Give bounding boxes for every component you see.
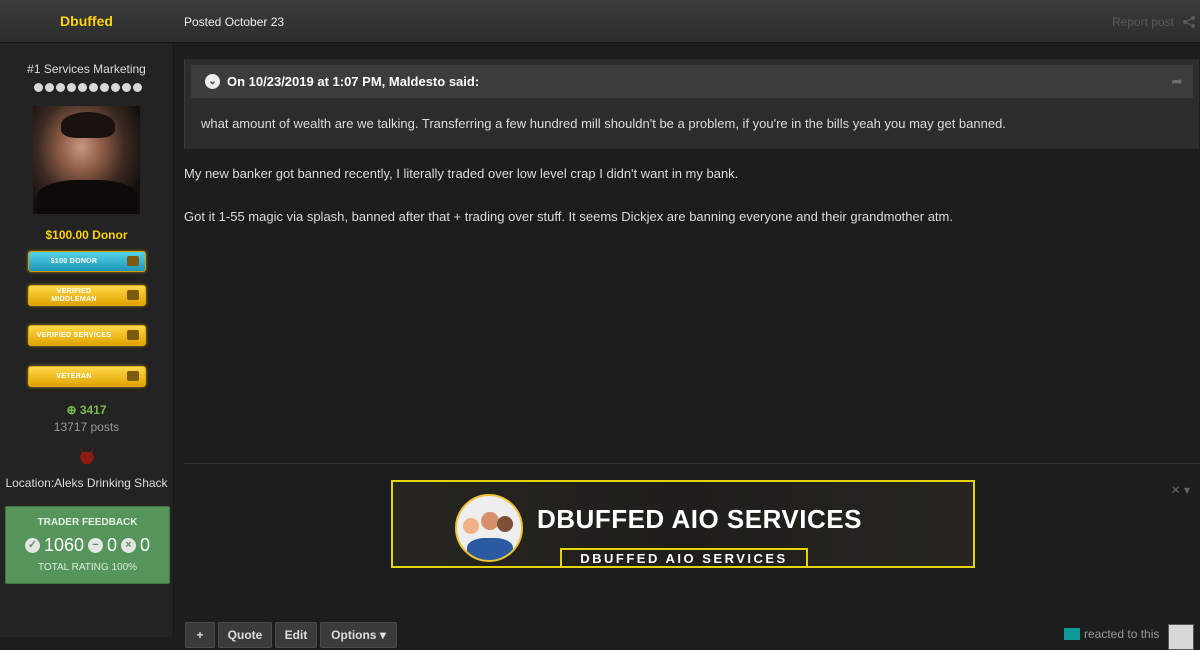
- rank-pip: [133, 83, 142, 92]
- veteran-badge: VETERAN: [28, 366, 146, 387]
- author-rank: #1 Services Marketing: [27, 62, 146, 76]
- rank-pip: [111, 83, 120, 92]
- rank-pip: [89, 83, 98, 92]
- forward-icon[interactable]: ➦: [1171, 73, 1183, 90]
- plus-circle-icon: ⊕: [66, 403, 80, 417]
- rank-pip: [56, 83, 65, 92]
- author-avatar[interactable]: [33, 106, 140, 214]
- quote-block: ⌄ On 10/23/2019 at 1:07 PM, Maldesto sai…: [184, 59, 1199, 149]
- badge-icon: [127, 290, 139, 300]
- reaction-summary[interactable]: reacted to this: [1084, 627, 1159, 641]
- report-post-link[interactable]: Report post: [1112, 15, 1174, 29]
- banner-title: DBUFFED AIO SERVICES: [537, 504, 862, 534]
- rank-pip: [78, 83, 87, 92]
- feedback-neutral: 0: [107, 535, 118, 555]
- share-icon[interactable]: [1182, 15, 1196, 29]
- x-icon: ×: [121, 538, 137, 553]
- close-icon[interactable]: ✕ ▾: [1171, 483, 1190, 497]
- reactor-avatar[interactable]: [1168, 624, 1194, 650]
- rank-pip: [122, 83, 131, 92]
- badge-icon: [127, 256, 139, 266]
- rank-pips: [34, 83, 142, 92]
- feedback-total: TOTAL RATING 100%: [37, 562, 138, 573]
- post-author-name[interactable]: Dbuffed: [0, 13, 173, 29]
- quote-header[interactable]: ⌄ On 10/23/2019 at 1:07 PM, Maldesto sai…: [191, 65, 1193, 98]
- rank-pip: [100, 83, 109, 92]
- devil-icon: [80, 446, 94, 464]
- signature-banner[interactable]: DBUFFED AIO SERVICES DBUFFED AIO SERVICE…: [391, 480, 975, 568]
- quote-text: what amount of wealth are we talking. Tr…: [201, 116, 1006, 131]
- feedback-positive: 1060: [43, 535, 84, 555]
- minus-icon: −: [88, 538, 103, 553]
- reaction-icon: [1064, 628, 1080, 640]
- middleman-badge: VERIFIED MIDDLEMAN: [28, 285, 146, 306]
- edit-button[interactable]: Edit: [275, 622, 317, 648]
- banner-subtitle: DBUFFED AIO SERVICES: [560, 548, 808, 566]
- post-date[interactable]: Posted October 23: [184, 15, 284, 29]
- check-icon: ✓: [24, 538, 40, 553]
- chevron-down-icon[interactable]: ⌄: [205, 74, 220, 89]
- quote-citation: On 10/23/2019 at 1:07 PM, Maldesto said:: [227, 74, 480, 89]
- signature-divider: [184, 463, 1200, 464]
- feedback-counts: ✓ 1060 − 0 × 0: [6, 535, 169, 556]
- feedback-negative: 0: [140, 535, 151, 555]
- author-location: Location:Aleks Drinking Shack: [5, 476, 168, 490]
- donor-badge: $100 DONOR: [28, 251, 146, 272]
- post-paragraph: My new banker got banned recently, I lit…: [184, 166, 739, 181]
- post-paragraph: Got it 1-55 magic via splash, banned aft…: [184, 209, 953, 224]
- rank-pip: [67, 83, 76, 92]
- trader-feedback[interactable]: TRADER FEEDBACK ✓ 1060 − 0 × 0 TOTAL RAT…: [5, 506, 170, 584]
- rank-pip: [34, 83, 43, 92]
- options-button[interactable]: Options ▾: [320, 622, 397, 648]
- reputation-count: ⊕ 3417: [66, 403, 107, 417]
- donor-title: $100.00 Donor: [45, 228, 128, 242]
- author-sidebar: #1 Services Marketing $100.00 Donor $100…: [0, 43, 174, 637]
- add-button[interactable]: +: [185, 622, 215, 648]
- badge-icon: [127, 371, 139, 381]
- rank-pip: [45, 83, 54, 92]
- post-header: Dbuffed Posted October 23 Report post: [0, 0, 1200, 43]
- banner-logo: [455, 494, 523, 562]
- badge-icon: [127, 330, 139, 340]
- feedback-title: TRADER FEEDBACK: [37, 517, 138, 528]
- quote-button[interactable]: Quote: [218, 622, 272, 648]
- services-badge: VERIFIED SERVICES: [28, 325, 146, 346]
- post-count: 13717 posts: [53, 420, 120, 434]
